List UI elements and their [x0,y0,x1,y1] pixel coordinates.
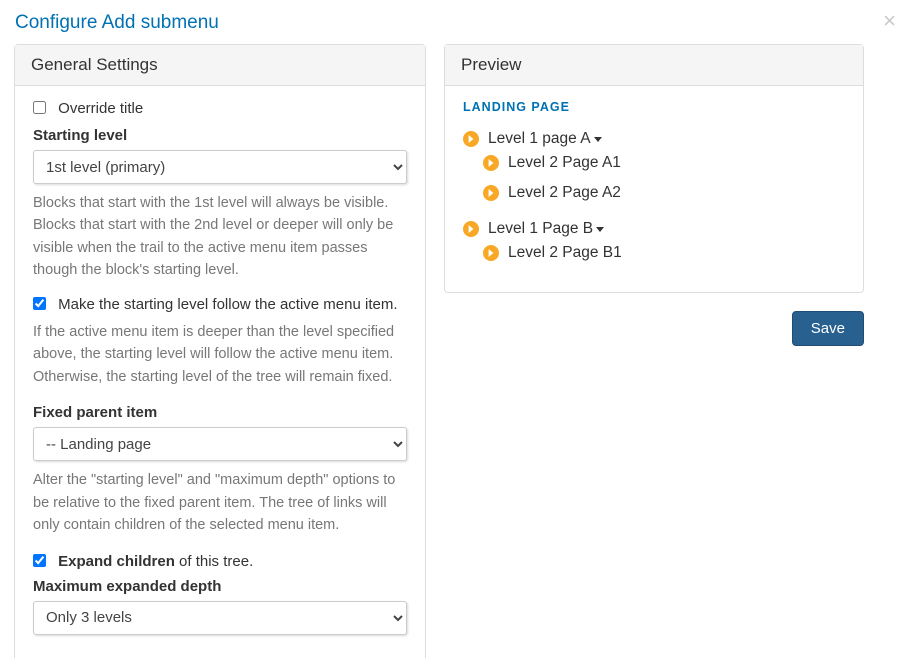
caret-down-icon [596,227,604,232]
fixed-parent-help: Alter the "starting level" and "maximum … [33,469,407,536]
follow-active-help: If the active menu item is deeper than t… [33,321,407,388]
modal-content: General Settings Override title Starting… [0,44,914,658]
expand-children-rest: of this tree. [175,553,253,570]
starting-level-label: Starting level [33,127,407,144]
max-depth-label: Maximum expanded depth [33,578,407,595]
tree-item-l2b1[interactable]: Level 2 Page B1 [483,238,845,268]
modal-title: Configure Add submenu [15,12,899,34]
fixed-parent-select[interactable]: -- Landing page [33,427,407,461]
preview-tree: Level 1 page A Level 2 Page A1 [463,124,845,274]
expand-children-checkbox[interactable] [33,554,46,567]
chevron-right-icon [463,131,479,147]
close-icon[interactable]: × [883,10,896,32]
starting-level-select[interactable]: 1st level (primary) [33,150,407,184]
caret-down-icon [594,137,602,142]
general-settings-panel: General Settings Override title Starting… [14,44,426,658]
preview-landing-label: LANDING PAGE [463,100,845,114]
tree-item-label: Level 1 page A [488,130,591,148]
starting-level-help: Blocks that start with the 1st level wil… [33,192,407,282]
general-settings-heading: General Settings [15,45,425,86]
save-button[interactable]: Save [792,311,864,346]
chevron-right-icon [483,155,499,171]
chevron-right-icon [463,221,479,237]
preview-heading: Preview [445,45,863,86]
expand-children-bold: Expand children [58,553,175,570]
tree-item-l2a2[interactable]: Level 2 Page A2 [483,178,845,208]
expand-children-field[interactable]: Expand children of this tree. [33,553,253,570]
chevron-right-icon [483,185,499,201]
follow-active-checkbox[interactable] [33,297,46,310]
override-title-field[interactable]: Override title [33,100,143,117]
modal-header: Configure Add submenu × [0,0,914,44]
tree-item-label: Level 2 Page B1 [508,244,622,262]
tree-item-label: Level 1 Page B [488,220,593,238]
override-title-checkbox[interactable] [33,101,46,114]
override-title-label: Override title [58,100,143,117]
follow-active-field[interactable]: Make the starting level follow the activ… [33,296,398,313]
tree-item-label: Level 2 Page A2 [508,184,621,202]
tree-item-l2a1[interactable]: Level 2 Page A1 [483,148,845,178]
tree-item-label: Level 2 Page A1 [508,154,621,172]
tree-item-l1a[interactable]: Level 1 page A Level 2 Page A1 [463,124,845,214]
fixed-parent-label: Fixed parent item [33,404,407,421]
preview-panel: Preview LANDING PAGE Level 1 page A [444,44,864,293]
chevron-right-icon [483,245,499,261]
follow-active-label: Make the starting level follow the activ… [58,296,397,313]
tree-item-l1b[interactable]: Level 1 Page B Level 2 Page B1 [463,214,845,274]
max-depth-select[interactable]: Only 3 levels [33,601,407,635]
